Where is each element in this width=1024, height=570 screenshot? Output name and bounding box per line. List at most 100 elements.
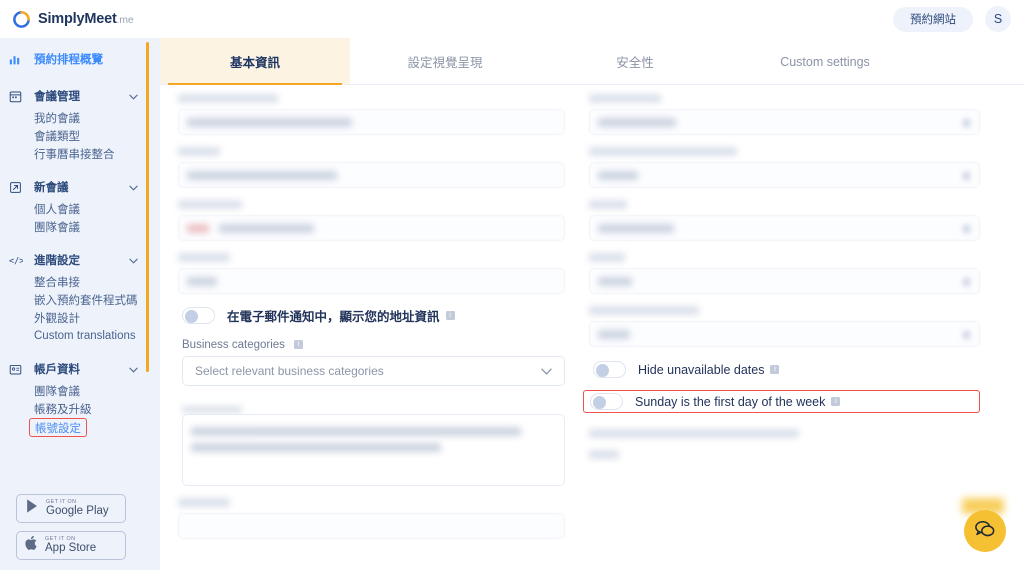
- calendar-icon: [9, 90, 26, 103]
- sidebar-item-appearance[interactable]: 外觀設計: [34, 309, 160, 327]
- obscured-value: [187, 277, 217, 286]
- business-categories-placeholder: Select relevant business categories: [195, 364, 384, 378]
- sidebar-item-calendar-integration[interactable]: 行事曆串接整合: [34, 145, 160, 163]
- obscured-input[interactable]: [178, 162, 565, 188]
- obscured-value: [598, 171, 638, 180]
- sunday-first-day-toggle[interactable]: [590, 393, 623, 410]
- obscured-text-line: [191, 427, 521, 436]
- chevron-down-icon[interactable]: [129, 178, 138, 196]
- code-icon: </>: [9, 254, 26, 267]
- sidebar-item-overview[interactable]: 預約排程概覽: [0, 46, 160, 72]
- obscured-toolbar-items: [182, 406, 242, 413]
- sidebar-item-embed-code[interactable]: 嵌入預約套件程式碼: [34, 291, 160, 309]
- sidebar-item-custom-translations[interactable]: Custom translations: [34, 327, 160, 345]
- sidebar: SimplyMeet.me 預約排程概覽 會議管理 我的會議 會議類型 行事曆串…: [0, 0, 160, 570]
- info-icon[interactable]: i: [294, 340, 304, 349]
- obscured-input[interactable]: [589, 321, 980, 347]
- google-play-icon: [25, 498, 40, 519]
- chevron-down-icon[interactable]: [129, 87, 138, 105]
- info-icon[interactable]: i: [831, 397, 841, 406]
- sidebar-item-billing-upgrade[interactable]: 帳務及升級: [34, 400, 160, 418]
- tab-basic-info[interactable]: 基本資訊: [160, 38, 350, 85]
- sidebar-item-integrations[interactable]: 整合串接: [34, 273, 160, 291]
- obscured-field: [178, 147, 565, 188]
- obscured-editor-body[interactable]: [182, 414, 565, 486]
- chat-button[interactable]: [964, 510, 1006, 552]
- obscured-field: [178, 200, 565, 241]
- tab-security[interactable]: 安全性: [540, 38, 730, 85]
- obscured-field: [589, 306, 980, 347]
- obscured-label: [178, 253, 230, 262]
- show-address-in-email-toggle[interactable]: [182, 307, 215, 324]
- tab-visual-settings[interactable]: 設定視覺呈現: [350, 38, 540, 85]
- sunday-first-day-label: Sunday is the first day of the week: [635, 394, 826, 409]
- settings-columns: 在電子郵件通知中，顯示您的地址資訊 i Business categories …: [160, 85, 1024, 570]
- obscured-field: [178, 253, 565, 294]
- main-content: 預約網站 S 基本資訊 設定視覺呈現 安全性 Custom settings 在…: [160, 0, 1024, 570]
- obscured-value: [598, 277, 632, 286]
- sidebar-nav: 預約排程概覽 會議管理 我的會議 會議類型 行事曆串接整合 新會議 個人會議 團…: [0, 38, 160, 488]
- obscured-caret-icon: [963, 172, 970, 180]
- sidebar-section-meetings[interactable]: 會議管理: [0, 83, 160, 109]
- tab-custom-settings[interactable]: Custom settings: [730, 38, 920, 85]
- sidebar-section-new-meeting[interactable]: 新會議: [0, 174, 160, 200]
- obscured-input[interactable]: [589, 268, 980, 294]
- bar-chart-icon: [9, 53, 26, 66]
- obscured-input[interactable]: [178, 109, 565, 135]
- app-store-badge-big: App Store: [45, 542, 97, 555]
- show-address-in-email-row: 在電子郵件通知中，顯示您的地址資訊 i: [182, 306, 565, 325]
- hide-unavailable-dates-toggle[interactable]: [593, 361, 626, 378]
- obscured-label: [178, 200, 242, 209]
- google-play-badge[interactable]: GET IT ON Google Play: [16, 494, 126, 523]
- app-store-badge-text: GET IT ON App Store: [45, 536, 97, 555]
- avatar[interactable]: S: [985, 6, 1011, 32]
- info-icon[interactable]: i: [770, 365, 780, 374]
- brand-logo-area[interactable]: SimplyMeet.me: [0, 0, 160, 38]
- obscured-label: [589, 147, 737, 156]
- settings-tabs: 基本資訊 設定視覺呈現 安全性 Custom settings: [160, 38, 1024, 85]
- booking-site-button[interactable]: 預約網站: [893, 6, 973, 32]
- business-categories-select[interactable]: Select relevant business categories: [182, 356, 565, 386]
- app-store-badge[interactable]: GET IT ON App Store: [16, 531, 126, 560]
- obscured-editor-toolbar[interactable]: [182, 400, 565, 414]
- topbar: 預約網站 S: [160, 0, 1024, 38]
- sidebar-section-meetings-label: 會議管理: [34, 91, 80, 103]
- sidebar-section-advanced-label: 進階設定: [34, 255, 80, 267]
- sidebar-item-my-meetings[interactable]: 我的會議: [34, 109, 160, 127]
- toggle-knob: [593, 395, 606, 409]
- business-categories-label-row: Business categories i: [182, 339, 565, 351]
- obscured-input[interactable]: [178, 215, 565, 241]
- apple-icon: [25, 535, 39, 556]
- sidebar-item-meeting-types[interactable]: 會議類型: [34, 127, 160, 145]
- obscured-caret-icon: [963, 119, 970, 127]
- obscured-input[interactable]: [178, 268, 565, 294]
- obscured-label: [178, 147, 220, 156]
- sidebar-section-new-meeting-label: 新會議: [34, 182, 69, 194]
- chevron-down-icon[interactable]: [129, 360, 138, 378]
- sidebar-item-team-meeting[interactable]: 團隊會議: [34, 218, 160, 236]
- settings-left-column: 在電子郵件通知中，顯示您的地址資訊 i Business categories …: [160, 85, 575, 570]
- google-play-badge-text: GET IT ON Google Play: [46, 499, 109, 518]
- sidebar-section-advanced[interactable]: </> 進階設定: [0, 247, 160, 273]
- obscured-rich-text-editor[interactable]: [182, 400, 565, 486]
- obscured-field: [589, 253, 980, 294]
- chevron-down-icon[interactable]: [129, 251, 138, 269]
- sidebar-item-account-settings[interactable]: 帳號設定: [29, 418, 87, 437]
- obscured-field: [589, 429, 980, 438]
- obscured-label: [589, 200, 627, 209]
- external-link-icon: [9, 181, 26, 194]
- sidebar-section-account[interactable]: 帳戶資料: [0, 356, 160, 382]
- sidebar-item-personal-meeting[interactable]: 個人會議: [34, 200, 160, 218]
- obscured-input[interactable]: [589, 109, 980, 135]
- obscured-input[interactable]: [178, 513, 565, 539]
- sidebar-item-overview-label: 預約排程概覽: [34, 54, 103, 66]
- obscured-label: [178, 94, 278, 103]
- info-icon[interactable]: i: [445, 311, 455, 320]
- app-root: SimplyMeet.me 預約排程概覽 會議管理 我的會議 會議類型 行事曆串…: [0, 0, 1024, 570]
- obscured-input[interactable]: [589, 162, 980, 188]
- obscured-input[interactable]: [589, 215, 980, 241]
- obscured-label: [589, 450, 619, 459]
- sidebar-item-team-meetings[interactable]: 團隊會議: [34, 382, 160, 400]
